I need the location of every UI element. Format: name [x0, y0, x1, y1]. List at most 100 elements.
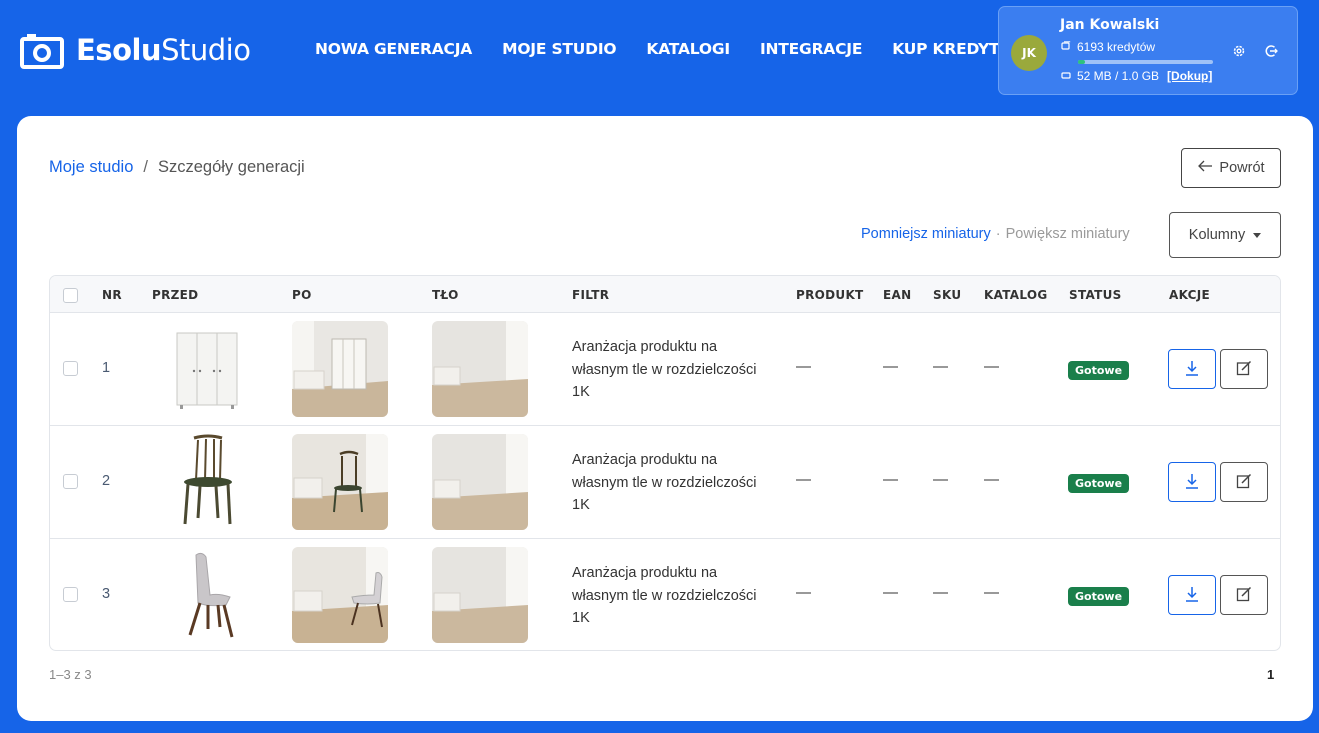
caret-down-icon [1253, 232, 1262, 238]
edit-button[interactable] [1220, 349, 1268, 389]
top-header: EsoluStudio NOWA GENERACJA MOJE STUDIO K… [0, 0, 1319, 100]
user-name: Jan Kowalski [1060, 17, 1160, 33]
storage-progress-fill [1078, 60, 1085, 64]
logo[interactable]: EsoluStudio [20, 30, 251, 70]
col-product: PRODUKT [796, 288, 864, 302]
edit-icon [1236, 586, 1252, 605]
drive-icon [1061, 69, 1071, 83]
col-before: PRZED [152, 288, 199, 302]
col-status: STATUS [1069, 288, 1122, 302]
credits-text: 6193 kredytów [1077, 40, 1156, 54]
background-image[interactable] [432, 434, 528, 530]
edit-button[interactable] [1220, 462, 1268, 502]
row-checkbox[interactable] [63, 587, 78, 602]
before-image[interactable] [158, 547, 254, 643]
row-checkbox[interactable] [63, 474, 78, 489]
back-button[interactable]: Powrót [1181, 148, 1281, 188]
topup-link[interactable]: [Dokup] [1167, 69, 1212, 83]
select-all-checkbox[interactable] [63, 288, 78, 303]
user-card: JK Jan Kowalski 6193 kredytów 52 MB / 1.… [998, 6, 1298, 95]
download-button[interactable] [1168, 462, 1216, 502]
nav-buy-credits[interactable]: KUP KREDYTY [892, 40, 1010, 58]
row-number: 1 [102, 360, 111, 376]
thumbs-separator: · [995, 226, 1001, 242]
download-button[interactable] [1168, 575, 1216, 615]
nav-integrations[interactable]: INTEGRACJE [760, 40, 862, 58]
nav-catalogs[interactable]: KATALOGI [646, 40, 730, 58]
download-icon [1185, 360, 1199, 379]
product-value: — [796, 471, 811, 488]
edit-icon [1236, 360, 1252, 379]
ean-value: — [883, 584, 898, 601]
breadcrumb-separator: / [143, 158, 148, 176]
credits-info: 6193 kredytów [1061, 40, 1155, 54]
thumbnail-size-toggle: Pomniejsz miniatury · Powiększ miniatury [861, 226, 1130, 242]
logout-icon[interactable] [1263, 43, 1279, 59]
pagination-count: 1–3 z 3 [49, 667, 92, 682]
storage-info: 52 MB / 1.0 GB [Dokup] [1061, 69, 1212, 83]
product-value: — [796, 584, 811, 601]
breadcrumb-my-studio[interactable]: Moje studio [49, 158, 133, 177]
main-nav: NOWA GENERACJA MOJE STUDIO KATALOGI INTE… [315, 40, 1011, 58]
table-row: 1 Aranżacja produktu na własnym tle w ro… [50, 313, 1280, 426]
breadcrumb: Moje studio / Szczegóły generacji [49, 158, 305, 177]
sku-value: — [933, 584, 948, 601]
columns-label: Kolumny [1188, 227, 1246, 243]
breadcrumb-current: Szczegóły generacji [157, 158, 305, 176]
before-image[interactable] [158, 434, 254, 530]
sku-value: — [933, 358, 948, 375]
camera-icon [20, 30, 64, 70]
col-after: PO [292, 288, 312, 302]
generations-table: NR PRZED PO TŁO FILTR PRODUKT EAN SKU KA… [49, 275, 1281, 651]
brand-name-bold: Esolu [76, 33, 162, 67]
status-badge: Gotowe [1068, 361, 1130, 380]
storage-text: 52 MB / 1.0 GB [1077, 69, 1160, 83]
ean-value: — [883, 471, 898, 488]
status-badge: Gotowe [1068, 474, 1130, 493]
col-actions: AKCJE [1169, 288, 1211, 302]
table-row: 3 Aranżacja produktu na własnym tle w ro… [50, 539, 1280, 650]
back-label: Powrót [1219, 160, 1265, 176]
after-image[interactable] [292, 547, 388, 643]
filter-text: Aranżacja produktu na własnym tle w rozd… [572, 565, 757, 626]
download-button[interactable] [1168, 349, 1216, 389]
gear-icon[interactable] [1231, 43, 1247, 59]
nav-my-studio[interactable]: MOJE STUDIO [502, 40, 616, 58]
background-image[interactable] [432, 321, 528, 417]
columns-dropdown[interactable]: Kolumny [1169, 212, 1281, 258]
avatar[interactable]: JK [1011, 35, 1047, 71]
arrow-left-icon [1197, 160, 1213, 176]
thumbs-smaller-link[interactable]: Pomniejsz miniatury [861, 226, 991, 242]
ean-value: — [883, 358, 898, 375]
col-nr: NR [102, 288, 122, 302]
edit-icon [1236, 473, 1252, 492]
col-background: TŁO [432, 288, 459, 302]
before-image[interactable] [158, 321, 254, 417]
download-icon [1185, 586, 1199, 605]
download-icon [1185, 473, 1199, 492]
row-number: 2 [102, 473, 111, 489]
table-row: 2 Aranżacja produktu na własnym tle w ro… [50, 426, 1280, 539]
catalog-value: — [984, 584, 999, 601]
pagination-page[interactable]: 1 [1267, 667, 1274, 682]
catalog-value: — [984, 358, 999, 375]
background-image[interactable] [432, 547, 528, 643]
sku-value: — [933, 471, 948, 488]
main-panel: Moje studio / Szczegóły generacji Powrót… [17, 116, 1313, 721]
after-image[interactable] [292, 321, 388, 417]
thumbs-larger-link[interactable]: Powiększ miniatury [1006, 226, 1130, 242]
brand-name-light: Studio [161, 33, 251, 67]
storage-progress-bar [1078, 60, 1213, 64]
table-header: NR PRZED PO TŁO FILTR PRODUKT EAN SKU KA… [50, 276, 1280, 313]
after-image[interactable] [292, 434, 388, 530]
filter-text: Aranżacja produktu na własnym tle w rozd… [572, 339, 757, 400]
coins-icon [1061, 40, 1071, 54]
row-checkbox[interactable] [63, 361, 78, 376]
col-catalog: KATALOG [984, 288, 1048, 302]
edit-button[interactable] [1220, 575, 1268, 615]
card-actions [1231, 43, 1279, 59]
col-sku: SKU [933, 288, 962, 302]
nav-new-generation[interactable]: NOWA GENERACJA [315, 40, 472, 58]
col-filter: FILTR [572, 288, 610, 302]
filter-text: Aranżacja produktu na własnym tle w rozd… [572, 452, 757, 513]
